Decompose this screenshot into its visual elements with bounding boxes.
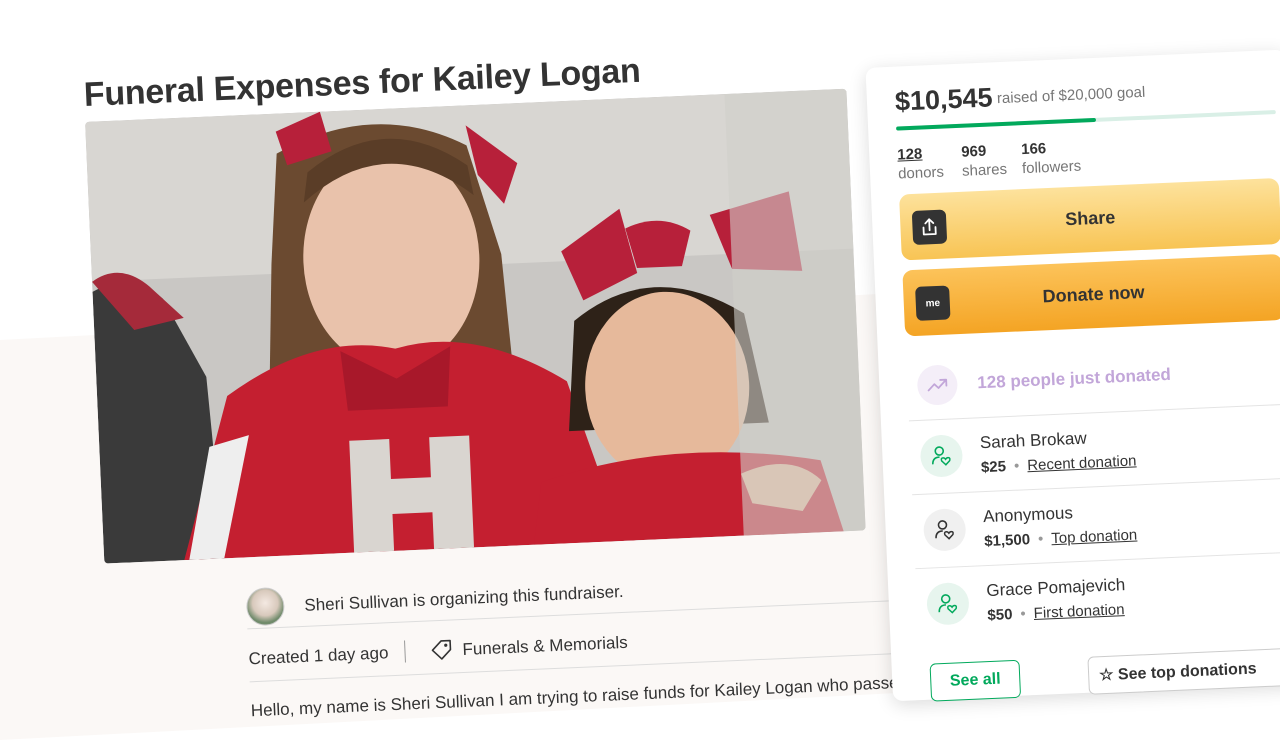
donor-heart-icon (922, 507, 967, 552)
trend-text: 128 people just donated (976, 364, 1172, 393)
stat-value: 166 (1020, 140, 1047, 159)
donation-amount: $1,500 (983, 531, 1031, 551)
organizer-text: Sheri Sullivan is organizing this fundra… (303, 581, 624, 615)
donate-button-label: Donate now (1042, 281, 1145, 307)
share-button-label: Share (1064, 207, 1116, 230)
donation-badge[interactable]: Recent donation (1027, 452, 1137, 474)
donation-badge[interactable]: First donation (1033, 601, 1125, 622)
separator-dot: • (1037, 530, 1044, 548)
donation-amount: $50 (987, 606, 1013, 625)
donation-detail: $50 • First donation (987, 601, 1125, 624)
goal-text: raised of $20,000 goal (996, 83, 1146, 108)
organizer-avatar[interactable] (245, 586, 286, 627)
story-text: Hello, my name is Sheri Sullivan I am tr… (250, 672, 909, 721)
donor-name: Grace Pomajevich (985, 575, 1126, 601)
separator-dot: • (1013, 457, 1020, 475)
donate-now-button[interactable]: me Donate now (902, 253, 1280, 337)
tag-icon (431, 639, 452, 660)
donor-heart-icon (919, 434, 964, 478)
campaign-photo-illustration (85, 88, 866, 564)
donor-name: Anonymous (982, 503, 1074, 527)
donation-amount: $25 (980, 458, 1007, 477)
stat-label: followers (1021, 157, 1082, 178)
category-link[interactable]: Funerals & Memorials (462, 633, 628, 660)
donor-name: Sarah Brokaw (979, 428, 1088, 453)
see-top-label: See top donations (1117, 660, 1257, 684)
created-date: Created 1 day ago (248, 643, 389, 669)
donation-item: Grace Pomajevich $50 • First donation (915, 552, 1280, 643)
stat-followers: 166 followers (1021, 138, 1102, 177)
donation-detail: $1,500 • Top donation (984, 526, 1138, 550)
donation-detail: $25 • Recent donation (981, 452, 1137, 476)
trending-up-icon (916, 364, 959, 406)
meta-divider (404, 640, 406, 663)
donation-card: $10,545 raised of $20,000 goal 128 donor… (865, 49, 1280, 702)
amount-raised: $10,545 (894, 82, 994, 117)
separator-dot: • (1020, 605, 1027, 623)
donor-heart-icon (926, 581, 970, 626)
campaign-photo (85, 88, 866, 564)
see-all-button[interactable]: See all (929, 659, 1022, 702)
progress-fill (896, 117, 1097, 131)
share-button[interactable]: Share (899, 177, 1280, 261)
star-icon: ☆ (1098, 666, 1114, 685)
donation-badge[interactable]: Top donation (1051, 526, 1138, 547)
page-scene: Funeral Expenses for Kailey Logan Sheri … (0, 0, 1280, 748)
see-top-donations-button[interactable]: ☆ See top donations (1087, 648, 1280, 695)
